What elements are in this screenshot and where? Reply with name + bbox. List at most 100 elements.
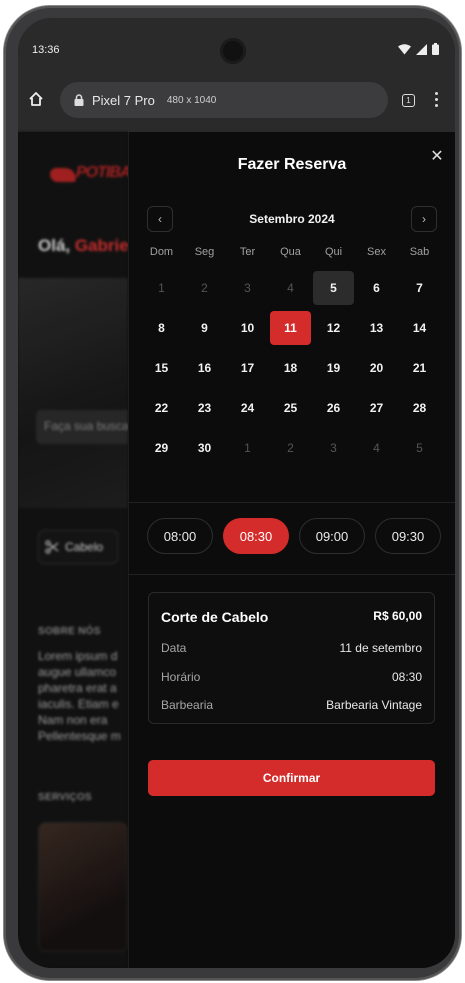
calendar-day[interactable]: 16 xyxy=(184,351,225,385)
weekday-label: Sex xyxy=(367,246,386,258)
calendar-day[interactable]: 17 xyxy=(227,351,268,385)
calendar-day: 2 xyxy=(287,441,294,455)
calendar-day[interactable]: 10 xyxy=(227,311,268,345)
summary-value: Barbearia Vintage xyxy=(326,698,422,712)
calendar-day: 1 xyxy=(158,281,165,295)
greeting: Olá, Gabrie xyxy=(38,236,129,256)
service-image xyxy=(38,822,128,952)
calendar-day[interactable]: 25 xyxy=(270,391,311,425)
weekday-label: Ter xyxy=(239,246,256,258)
summary-price: R$ 60,00 xyxy=(373,609,422,623)
weekday-label: Dom xyxy=(149,246,174,258)
calendar-day[interactable]: 24 xyxy=(227,391,268,425)
home-icon[interactable] xyxy=(28,91,44,107)
calendar-day: 3 xyxy=(330,441,337,455)
next-month-button[interactable]: › xyxy=(411,206,437,232)
calendar-day[interactable]: 8 xyxy=(141,311,182,345)
summary-value: 11 de setembro xyxy=(339,641,423,655)
summary-row-date: Data 11 de setembro xyxy=(161,641,422,655)
category-label: Cabelo xyxy=(65,540,104,554)
category-cabelo[interactable]: Cabelo xyxy=(38,530,118,564)
time-slot-selected[interactable]: 08:30 xyxy=(223,518,289,554)
calendar-day: 2 xyxy=(201,281,208,295)
calendar-day[interactable]: 21 xyxy=(399,351,440,385)
calendar-day[interactable]: 18 xyxy=(270,351,311,385)
calendar-day[interactable]: 27 xyxy=(356,391,397,425)
viewport-size: 480 x 1040 xyxy=(166,94,217,106)
calendar-day[interactable]: 6 xyxy=(356,271,397,305)
calendar-day: 5 xyxy=(416,441,423,455)
calendar-day[interactable]: 29 xyxy=(141,431,182,465)
calendar-day[interactable]: 7 xyxy=(399,271,440,305)
summary-label: Barbearia xyxy=(161,698,214,712)
summary-row-barbershop: Barbearia Barbearia Vintage xyxy=(161,698,422,712)
summary-row-time: Horário 08:30 xyxy=(161,670,422,684)
browser-toolbar: Pixel 7 Pro 480 x 1040 1 xyxy=(18,74,455,132)
time-slot[interactable]: 08:00 xyxy=(147,518,213,554)
calendar-weekdays: Dom Seg Ter Qua Qui Sex Sab xyxy=(140,246,441,258)
calendar-day[interactable]: 13 xyxy=(356,311,397,345)
summary-label: Data xyxy=(161,641,187,655)
calendar-day: 4 xyxy=(373,441,380,455)
time-slot[interactable]: 09:30 xyxy=(375,518,441,554)
address-bar[interactable]: Pixel 7 Pro 480 x 1040 xyxy=(60,82,388,118)
calendar-day[interactable]: 15 xyxy=(141,351,182,385)
lock-icon xyxy=(74,94,84,106)
calendar-day[interactable]: 23 xyxy=(184,391,225,425)
calendar-day[interactable]: 9 xyxy=(184,311,225,345)
calendar-day: 3 xyxy=(244,281,251,295)
calendar-day[interactable]: 30 xyxy=(184,431,225,465)
battery-icon xyxy=(432,43,439,55)
calendar-day[interactable]: 5 xyxy=(313,271,354,305)
calendar-month: Setembro 2024 xyxy=(249,212,335,226)
phone-frame: 13:36 Pixel 7 Pro 480 x 1040 1 POTIBA Ol… xyxy=(4,6,461,980)
calendar-day[interactable]: 28 xyxy=(399,391,440,425)
summary-service: Corte de Cabelo xyxy=(161,609,269,625)
tab-switcher-button[interactable]: 1 xyxy=(402,94,415,107)
calendar-day[interactable]: 20 xyxy=(356,351,397,385)
services-title: SERVIÇOS xyxy=(38,792,92,803)
weekday-label: Seg xyxy=(194,246,215,258)
phone-screen: 13:36 Pixel 7 Pro 480 x 1040 1 POTIBA Ol… xyxy=(18,18,455,968)
weekday-label: Sab xyxy=(409,246,430,258)
calendar-days: 1 2 3 4 5 6 7 8 9 10 11 12 13 14 15 16 17 18 19 20 21 22 23 24 2… xyxy=(140,268,441,468)
search-input[interactable]: Faça sua busca xyxy=(36,410,128,444)
calendar-day: 1 xyxy=(244,441,251,455)
hero-image xyxy=(18,278,128,508)
logo-text: POTIBA xyxy=(76,164,131,181)
calendar-day[interactable]: 26 xyxy=(313,391,354,425)
system-icons xyxy=(398,43,439,55)
calendar-day[interactable]: 14 xyxy=(399,311,440,345)
booking-sheet: Fazer Reserva ✕ ‹ Setembro 2024 › Dom Seg… xyxy=(128,132,455,968)
divider xyxy=(129,502,455,503)
summary-value: 08:30 xyxy=(391,670,422,684)
status-bar: 13:36 xyxy=(18,18,455,74)
booking-summary-card: Corte de Cabelo R$ 60,00 Data 11 de sete… xyxy=(148,592,435,724)
signal-icon xyxy=(416,43,427,55)
user-name: Gabrie xyxy=(74,236,129,255)
about-text: Lorem ipsum d augue ullamco pharetra era… xyxy=(38,649,121,743)
summary-label: Horário xyxy=(161,670,201,684)
more-menu-icon[interactable] xyxy=(435,92,439,110)
about-title: SOBRE NÓS xyxy=(38,626,101,637)
sheet-title: Fazer Reserva xyxy=(237,156,347,173)
calendar-day-selected[interactable]: 11 xyxy=(270,311,311,345)
greeting-text: Olá, xyxy=(38,236,71,255)
divider xyxy=(129,574,455,575)
device-name: Pixel 7 Pro xyxy=(92,92,155,108)
logo-icon xyxy=(50,168,76,182)
calendar-day[interactable]: 19 xyxy=(313,351,354,385)
weekday-label: Qui xyxy=(324,246,343,258)
calendar-day: 4 xyxy=(287,281,294,295)
weekday-label: Qua xyxy=(280,246,301,258)
close-icon[interactable]: ✕ xyxy=(429,146,445,166)
time-slot[interactable]: 09:00 xyxy=(299,518,365,554)
scissors-icon xyxy=(45,540,59,554)
calendar-day[interactable]: 22 xyxy=(141,391,182,425)
status-time: 13:36 xyxy=(32,44,60,56)
time-slots: 08:00 08:30 09:00 09:30 xyxy=(147,518,441,554)
calendar-day[interactable]: 12 xyxy=(313,311,354,345)
confirm-button[interactable]: Confirmar xyxy=(148,760,435,796)
front-camera xyxy=(220,38,246,64)
tab-count: 1 xyxy=(406,96,411,105)
